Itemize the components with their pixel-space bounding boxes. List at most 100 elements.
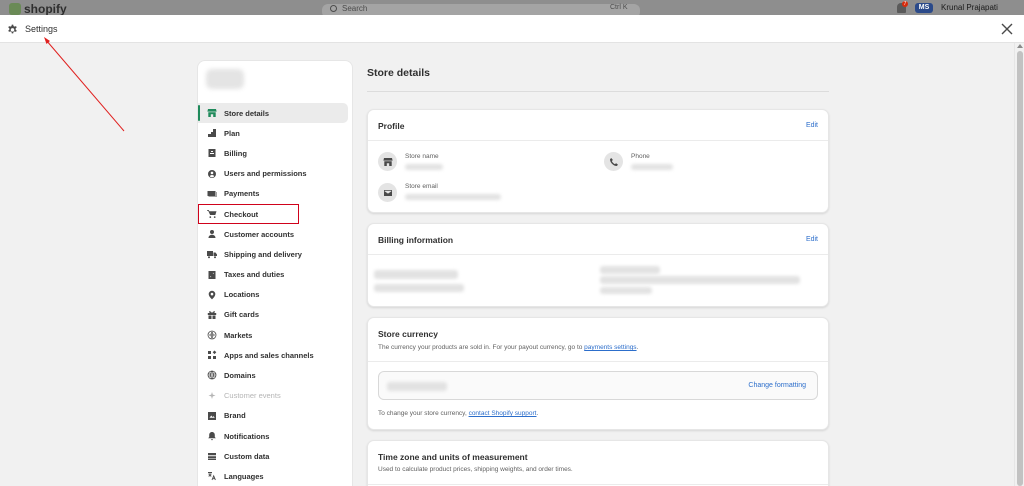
sidebar-item-apps-and-sales-channels[interactable]: Apps and sales channels (198, 345, 352, 365)
store-email-label: Store email (405, 183, 438, 190)
search-icon (330, 5, 337, 12)
sidebar-item-label: Users and permissions (224, 169, 307, 179)
billing-icon (208, 149, 216, 158)
sidebar-item-label: Taxes and duties (224, 270, 285, 280)
scroll-up-arrow-icon[interactable] (1017, 44, 1023, 48)
sidebar-item-checkout[interactable]: Checkout (198, 204, 352, 224)
shopify-logo-text: shopify (24, 2, 67, 15)
store-name-value-redacted (405, 164, 443, 170)
store-email-value-redacted (405, 194, 501, 200)
sidebar-item-customer-accounts[interactable]: Customer accounts (198, 224, 352, 244)
person-icon (208, 230, 216, 239)
settings-sidebar: Store details Plan Billing Users and permis… (197, 60, 353, 486)
sidebar-item-store-details[interactable]: Store details (198, 103, 348, 124)
sidebar-item-label: Apps and sales channels (224, 350, 314, 360)
domains-icon (207, 370, 217, 381)
sidebar-item-label: Languages (224, 471, 264, 481)
time-zone-description: Used to calculate product prices, shippi… (378, 466, 573, 473)
store-currency-title: Store currency (378, 329, 438, 339)
time-zone-divider (368, 484, 828, 485)
billing-address-redacted (374, 270, 458, 279)
search-placeholder: Search (342, 4, 368, 13)
profile-card-title: Profile (378, 121, 405, 131)
billing-address-redacted-2 (374, 284, 464, 292)
sidebar-item-label: Customer events (224, 391, 281, 401)
change-formatting-button[interactable]: Change formatting (748, 382, 806, 389)
sidebar-item-brand[interactable]: Brand (198, 406, 352, 426)
store-currency-card: Store currency The currency your product… (367, 317, 829, 430)
globe-icon (207, 330, 217, 340)
sidebar-item-gift-cards[interactable]: Gift cards (198, 305, 352, 325)
admin-top-bar: shopify Search Ctrl K 7 MS Krunal Prajap… (0, 0, 1024, 15)
store-icon (207, 109, 217, 117)
sidebar-item-label: Billing (224, 148, 247, 158)
profile-edit-link[interactable]: Edit (806, 122, 818, 129)
sidebar-item-shipping-and-delivery[interactable]: Shipping and delivery (198, 244, 352, 264)
sidebar-item-plan[interactable]: Plan (198, 123, 352, 143)
currency-divider (368, 361, 828, 362)
sidebar-item-label: Store details (224, 108, 270, 118)
custom-data-icon (208, 453, 216, 461)
sidebar-item-customer-events: Customer events (198, 386, 352, 406)
contact-support-link[interactable]: contact Shopify support (469, 410, 537, 417)
cart-icon (207, 209, 217, 218)
language-icon (208, 472, 216, 481)
page-scrollbar[interactable] (1014, 43, 1024, 486)
sidebar-item-domains[interactable]: Domains (198, 365, 352, 385)
sidebar-item-label: Gift cards (224, 310, 260, 320)
sidebar-item-label: Customer accounts (224, 229, 295, 239)
sidebar-item-label: Plan (224, 128, 240, 138)
payments-settings-link[interactable]: payments settings (584, 344, 636, 351)
sidebar-item-languages[interactable]: Languages (198, 466, 352, 486)
phone-icon (604, 152, 623, 171)
sidebar-item-notifications[interactable]: Notifications (198, 426, 352, 446)
global-search-input[interactable] (322, 4, 640, 15)
sidebar-item-label: Custom data (224, 451, 270, 461)
billing-card-title: Billing information (378, 235, 454, 245)
store-avatar-redacted (206, 69, 244, 89)
user-name[interactable]: Krunal Prajapati (941, 3, 998, 12)
close-icon[interactable] (1000, 22, 1014, 36)
currency-value-redacted (387, 382, 447, 391)
search-shortcut: Ctrl K (610, 4, 628, 11)
notification-count-badge: 7 (902, 1, 908, 7)
currency-support-text: To change your store currency, contact S… (378, 410, 539, 417)
store-icon (378, 152, 397, 171)
settings-title: Settings (25, 24, 58, 34)
sidebar-item-custom-data[interactable]: Custom data (198, 446, 352, 466)
billing-details-redacted-2 (600, 276, 800, 284)
location-pin-icon (208, 290, 216, 299)
phone-label: Phone (631, 153, 650, 160)
user-circle-icon (208, 169, 216, 178)
store-currency-description: The currency your products are sold in. … (378, 344, 639, 351)
page-title: Store details (367, 67, 431, 79)
plan-icon (208, 129, 216, 138)
scrollbar-thumb[interactable] (1017, 51, 1023, 486)
sidebar-item-label: Shipping and delivery (224, 249, 302, 259)
sidebar-item-users-and-permissions[interactable]: Users and permissions (198, 164, 352, 184)
title-divider (367, 91, 829, 92)
sidebar-item-payments[interactable]: Payments (198, 184, 352, 204)
shopify-logo-icon (9, 3, 21, 15)
sidebar-item-markets[interactable]: Markets (198, 325, 352, 345)
billing-divider (368, 254, 828, 255)
billing-information-card: Billing information Edit (367, 223, 829, 307)
currency-display-box: Change formatting (378, 371, 818, 400)
sidebar-item-label: Brand (224, 411, 246, 421)
store-name-label: Store name (405, 153, 439, 160)
billing-edit-link[interactable]: Edit (806, 236, 818, 243)
sidebar-item-taxes-and-duties[interactable]: Taxes and duties (198, 265, 352, 285)
sidebar-item-locations[interactable]: Locations (198, 285, 352, 305)
email-icon (378, 183, 397, 202)
profile-card: Profile Edit Store name Phone Store emai… (367, 109, 829, 213)
sidebar-item-label: Notifications (224, 431, 270, 441)
sidebar-item-billing[interactable]: Billing (198, 143, 352, 163)
gear-icon (8, 24, 17, 34)
tax-icon (208, 270, 216, 279)
payments-icon (207, 190, 217, 197)
sparkle-icon (208, 391, 216, 399)
profile-divider (368, 140, 828, 141)
settings-header: Settings (0, 15, 1024, 43)
bell-icon (208, 432, 216, 441)
user-avatar[interactable]: MS (915, 3, 933, 13)
